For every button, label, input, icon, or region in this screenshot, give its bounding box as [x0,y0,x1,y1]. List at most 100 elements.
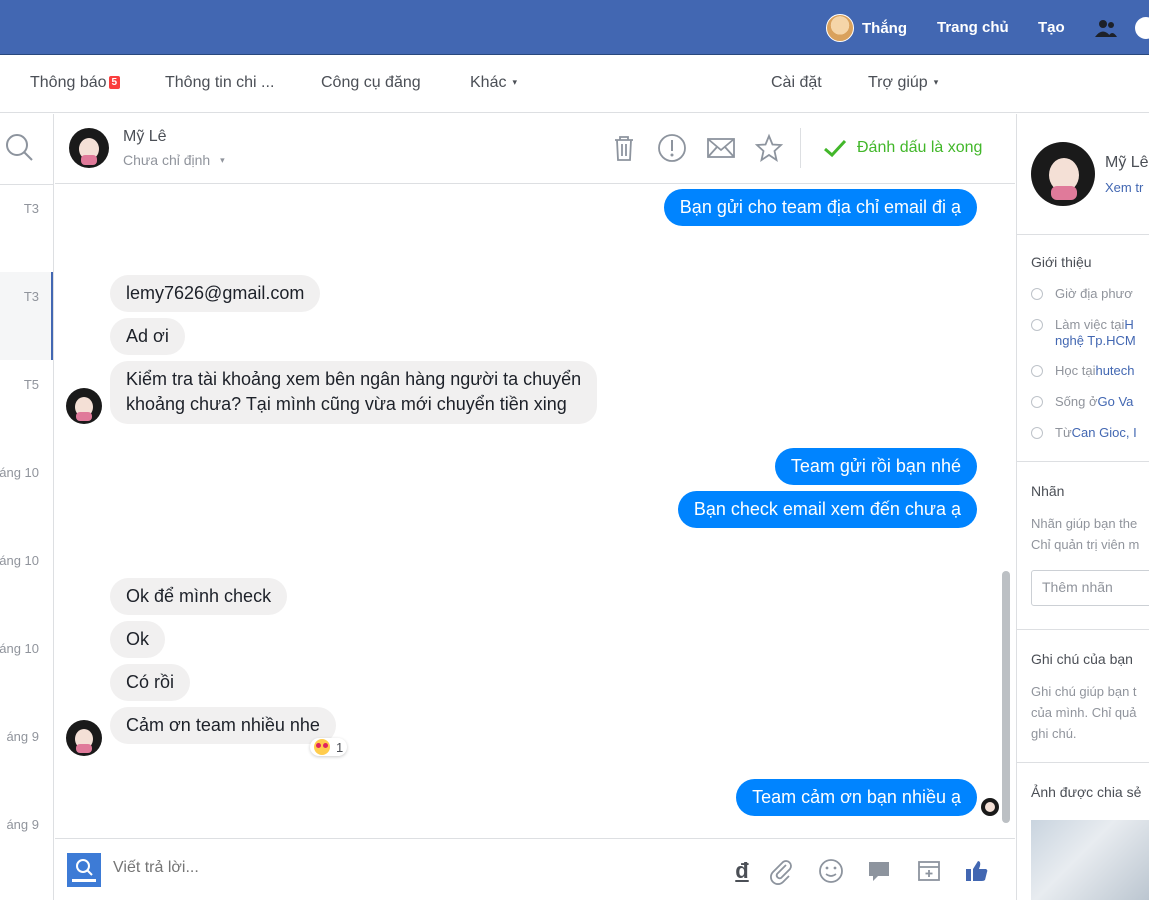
avatar [66,388,102,424]
tab-help-label: Trợ giúp [868,74,928,91]
trash-icon[interactable] [608,132,640,164]
hometown-link[interactable]: Can Gioc, I [1072,425,1137,440]
intro-text: Làm việc tại [1055,317,1125,332]
reply-input[interactable] [113,859,713,877]
caret-down-icon: ▾ [512,77,517,87]
contact-avatar [66,388,102,424]
divider [1017,629,1149,630]
message-outgoing[interactable]: Team gửi rồi bạn nhé [774,448,977,485]
profile-name[interactable]: Mỹ Lê [1105,154,1149,172]
user-name: Thắng [862,19,907,37]
message-incoming[interactable]: Cảm ơn team nhiều nhe [110,707,336,744]
thread-item-selected[interactable] [0,272,53,360]
message-incoming[interactable]: lemy7626@gmail.com [110,275,321,312]
assign-dropdown[interactable]: Chưa chỉ định ▾ [123,152,225,168]
archive-icon[interactable] [915,857,943,885]
location-icon [1031,396,1043,408]
contact-name[interactable]: Mỹ Lê [123,128,167,146]
intro-title: Giới thiệu [1031,254,1092,270]
work-link[interactable]: nghệ Tp.HCM [1055,333,1136,348]
shared-photo[interactable] [1031,820,1149,900]
tab-help[interactable]: Trợ giúp ▾ [868,74,938,92]
message-outgoing[interactable]: Bạn gửi cho team địa chỉ email đi ạ [663,189,977,226]
intro-school: Học tại hutech [1031,363,1135,378]
thread-date: T5 [23,377,39,392]
page-tabs: Thông báo 5 Thông tin chi ... Công cụ đăn… [0,55,1149,113]
reaction-badge[interactable]: 1 [310,738,348,756]
saved-replies-icon[interactable] [865,857,893,885]
tab-insights-label: Thông tin chi ... [165,74,275,91]
mark-done-button[interactable]: Đánh dấu là xong [823,138,982,158]
scrollbar[interactable] [1002,571,1010,823]
divider [800,128,801,168]
shared-photos-title: Ảnh được chia sẻ [1031,784,1142,800]
avatar [66,720,102,756]
caret-down-icon: ▾ [933,77,939,87]
intro-lives: Sống ở Go Va [1031,394,1133,409]
contact-avatar[interactable] [69,128,109,168]
tab-settings[interactable]: Cài đặt [771,74,822,92]
friends-icon[interactable] [1094,18,1118,38]
alert-icon[interactable] [656,132,688,164]
create-link[interactable]: Tạo [1038,19,1065,36]
school-link[interactable]: hutech [1095,363,1134,378]
search-icon[interactable] [4,132,34,162]
thread-date: áng 10 [0,465,39,480]
caret-down-icon: ▾ [220,155,225,165]
clock-icon [1031,288,1043,300]
intro-text: Sống ở [1055,394,1098,409]
message-incoming[interactable]: Kiểm tra tài khoảng xem bên ngân hàng ng… [110,361,598,424]
work-link[interactable]: H [1124,317,1133,332]
message-incoming[interactable]: Ad ơi [110,318,185,355]
home-icon [1031,427,1043,439]
like-icon[interactable] [963,857,991,885]
building-icon [1031,319,1043,331]
attachment-icon[interactable] [767,857,795,885]
intro-work: Làm việc tại H [1031,317,1134,332]
heart-eyes-emoji-icon [314,739,330,755]
tab-publishing-tools[interactable]: Công cụ đăng [321,74,421,92]
tab-more-label: Khác [470,74,507,91]
profile-panel: Mỹ Lê Xem tr Giới thiệu Giờ địa phươ Làm… [1016,114,1149,900]
tags-description: Chỉ quản trị viên m [1031,537,1140,552]
home-link[interactable]: Trang chủ [937,19,1009,36]
tab-notifications[interactable]: Thông báo 5 [30,74,121,92]
intro-from: Từ Can Gioc, I [1031,425,1137,440]
message-incoming[interactable]: Có rồi [110,664,191,701]
divider [1017,234,1149,235]
search-logo-icon [67,853,101,887]
message-outgoing[interactable]: Team cảm ơn bạn nhiều ạ [736,779,977,816]
view-profile-link[interactable]: Xem tr [1105,180,1143,195]
thread-date: áng 9 [6,729,39,744]
notes-description: ghi chú. [1031,726,1077,741]
city-link[interactable]: Go Va [1098,394,1134,409]
tab-insights[interactable]: Thông tin chi ... [165,74,274,92]
notification-badge: 5 [108,76,121,89]
user-avatar [826,14,854,42]
intro-local-time: Giờ địa phươ [1031,286,1133,301]
thread-date: T3 [23,201,39,216]
tab-more[interactable]: Khác ▾ [470,74,517,92]
profile-avatar[interactable] [1031,142,1095,206]
message-incoming[interactable]: Ok để mình check [110,578,288,615]
tab-settings-label: Cài đặt [771,74,822,91]
thread-date: áng 10 [0,553,39,568]
star-icon[interactable] [753,132,785,164]
emoji-icon[interactable] [817,857,845,885]
seen-indicator-avatar [981,798,999,816]
payment-icon[interactable]: đ [728,857,756,885]
message-outgoing[interactable]: Bạn check email xem đến chưa ạ [677,491,977,528]
add-tag-input[interactable]: Thêm nhãn [1031,570,1149,606]
intro-text: Từ [1055,425,1072,440]
divider [1017,762,1149,763]
messenger-icon[interactable] [1135,17,1149,39]
reaction-count: 1 [336,739,344,755]
checkmark-icon [824,139,847,158]
tags-description: Nhãn giúp bạn the [1031,516,1138,531]
thread-list: T3 T3 T5 áng 10 áng 10 áng 10 áng 9 áng … [0,114,54,900]
envelope-icon[interactable] [705,132,737,164]
message-line: khoảng chưa? Tại mình cũng vừa mới chuyể… [126,394,567,414]
profile-link[interactable]: Thắng [826,14,907,42]
intro-text: Giờ địa phươ [1055,286,1133,301]
message-incoming[interactable]: Ok [110,621,166,658]
